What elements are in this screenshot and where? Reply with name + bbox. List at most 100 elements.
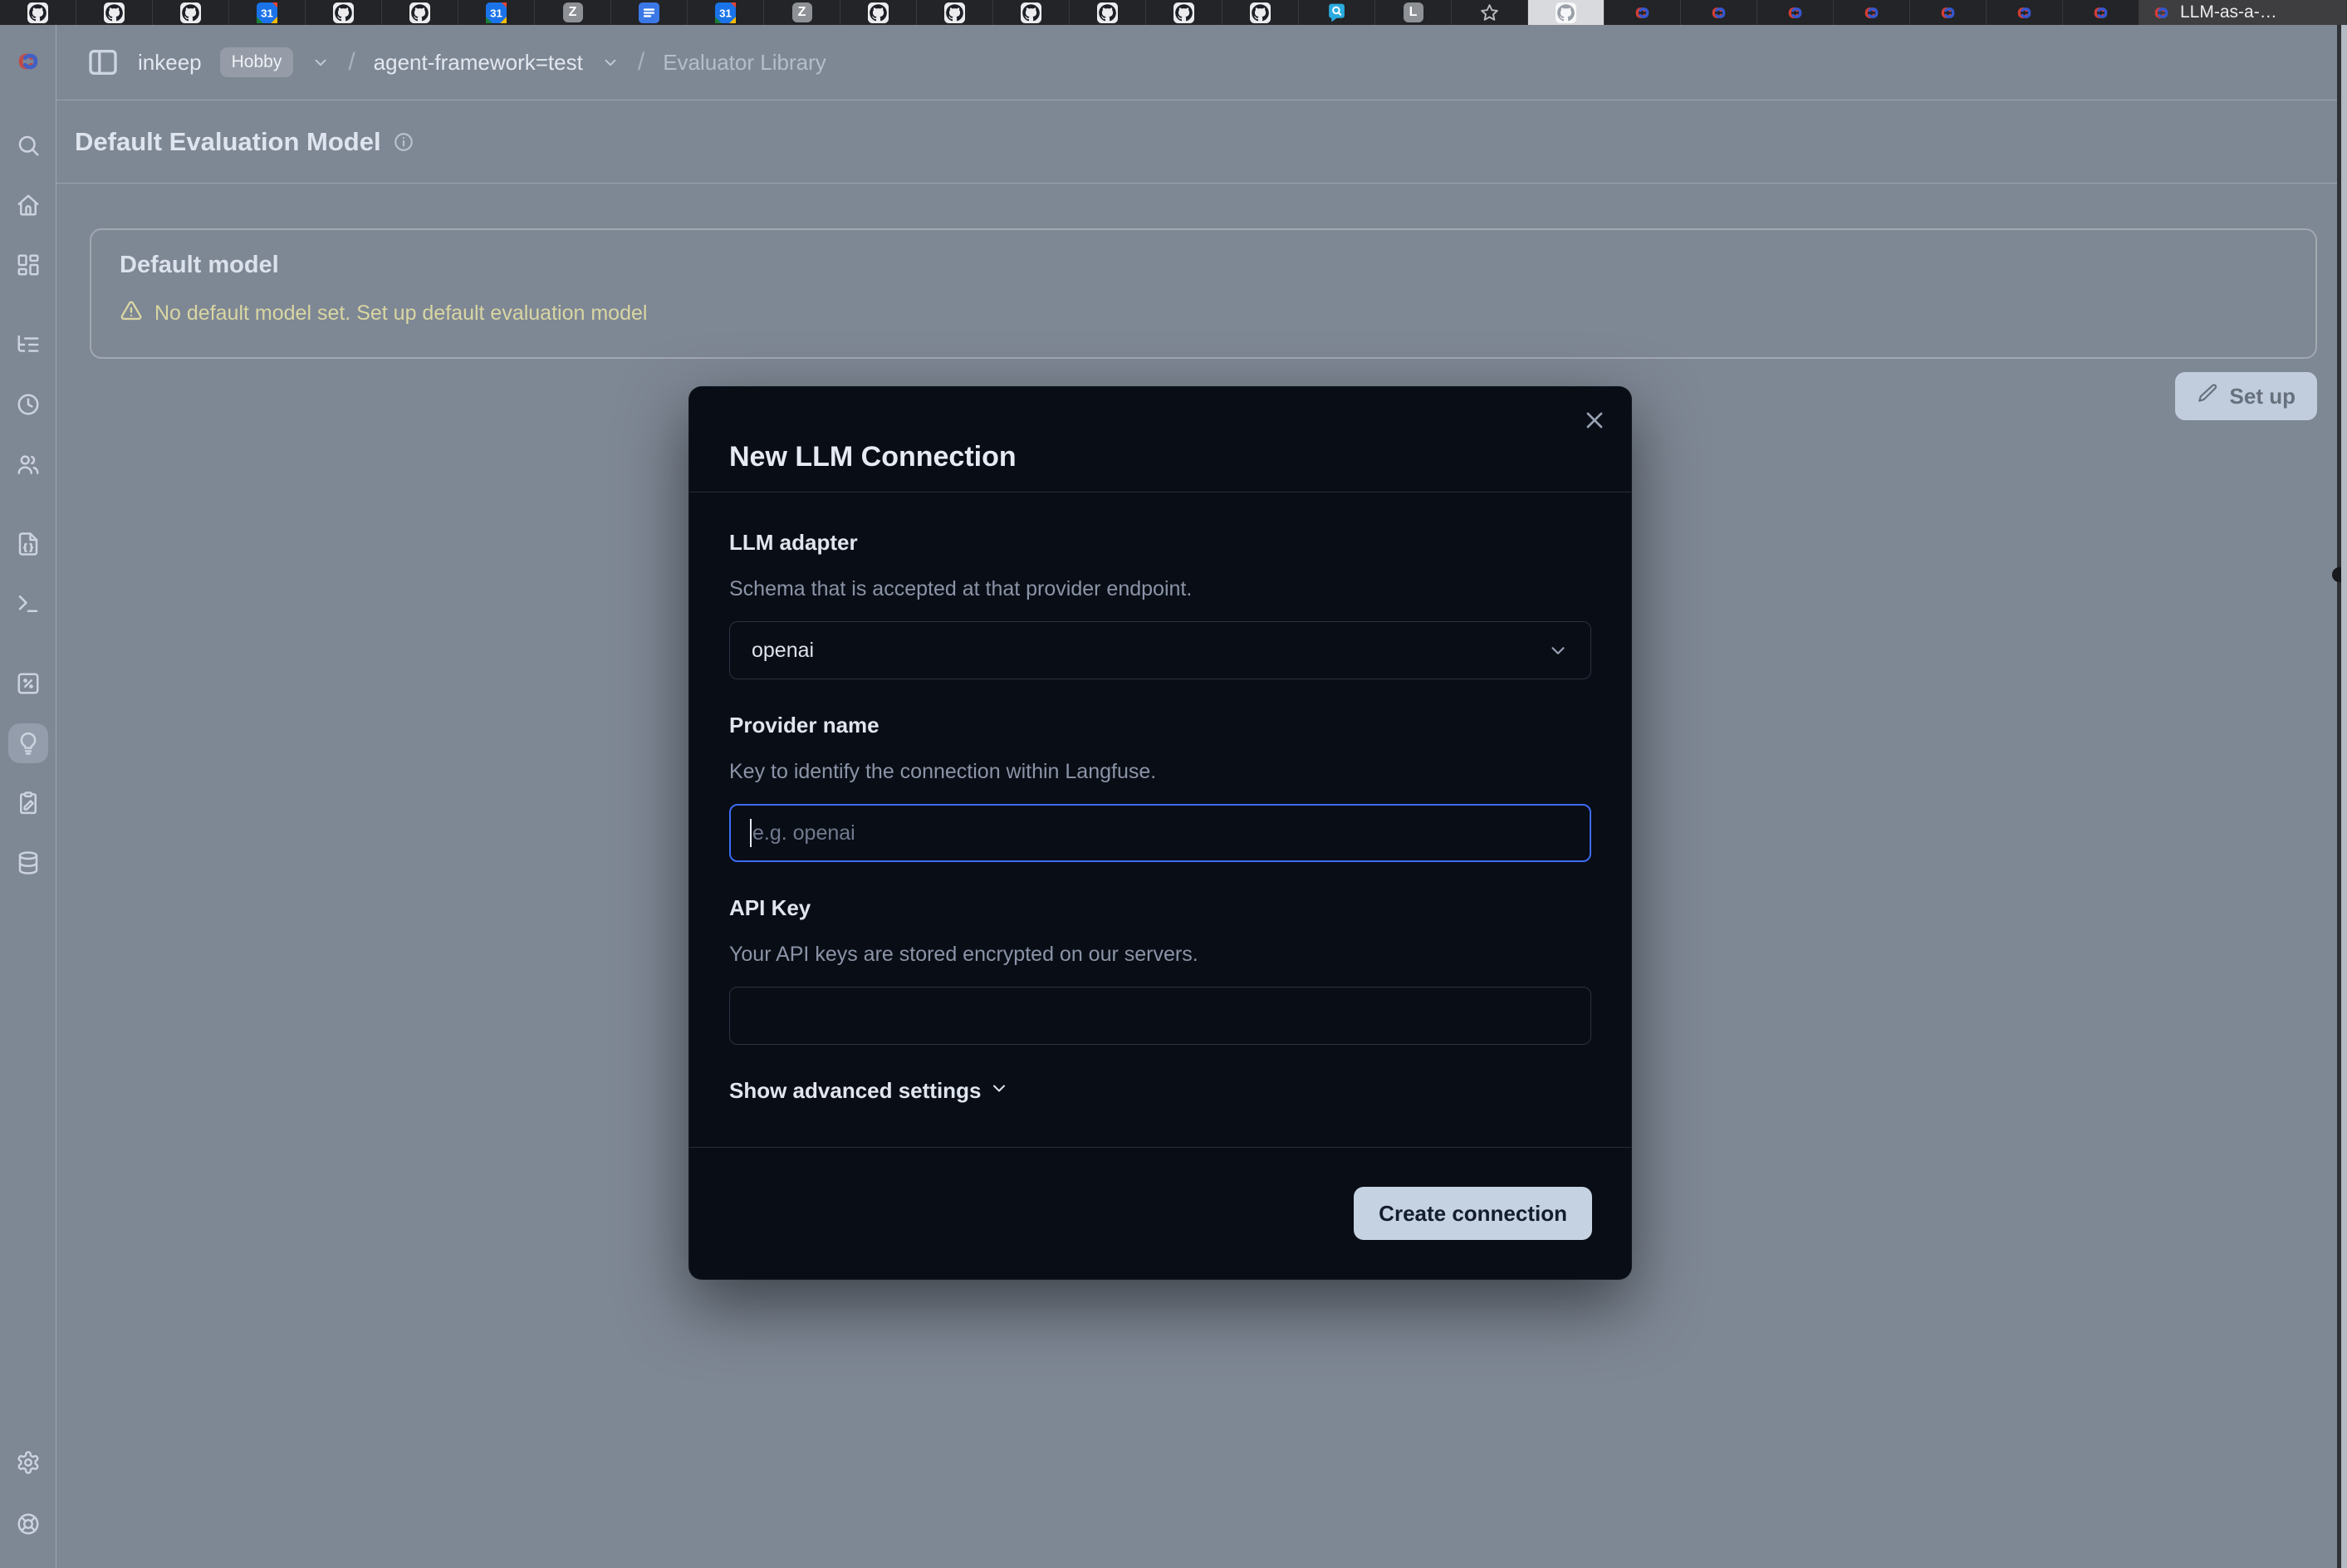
- active-tab-title: LLM-as-a-…: [2180, 2, 2277, 22]
- llm-adapter-field: LLM adapter Schema that is accepted at t…: [729, 530, 1591, 679]
- terminal-icon: [16, 591, 41, 616]
- api-key-field: API Key Your API keys are stored encrypt…: [729, 895, 1591, 1045]
- browser-tab[interactable]: [1910, 0, 1987, 25]
- langfuse-icon: [1632, 2, 1653, 23]
- browser-tab[interactable]: [1528, 0, 1605, 25]
- browser-tab[interactable]: 31: [688, 0, 764, 25]
- create-connection-button[interactable]: Create connection: [1354, 1187, 1592, 1240]
- chevron-down-icon[interactable]: [311, 53, 330, 71]
- dashboard-icon: [16, 252, 41, 277]
- langfuse-logo-icon: [13, 47, 43, 76]
- page-title-row: Default Evaluation Model: [56, 100, 2337, 184]
- chat-icon: [1326, 2, 1347, 23]
- browser-tab[interactable]: [840, 0, 917, 25]
- browser-tab[interactable]: [1681, 0, 1757, 25]
- breadcrumb: inkeep Hobby / agent-framework=test / Ev…: [56, 25, 2337, 100]
- linear-icon: L: [1404, 2, 1423, 22]
- provider-name-field: Provider name Key to identify the connec…: [729, 713, 1591, 862]
- browser-tab[interactable]: [917, 0, 993, 25]
- langfuse-icon: [1938, 2, 1958, 23]
- database-icon: [16, 850, 41, 875]
- info-icon[interactable]: [393, 131, 414, 153]
- browser-tab[interactable]: [1146, 0, 1222, 25]
- set-up-button[interactable]: Set up: [2175, 372, 2317, 420]
- sidebar-item-home[interactable]: [8, 185, 48, 225]
- sidebar-item-file-json[interactable]: [8, 524, 48, 564]
- browser-tab[interactable]: [1605, 0, 1681, 25]
- scrollbar-gutter[interactable]: [2337, 25, 2347, 1568]
- panel-left-toggle-icon[interactable]: [86, 46, 120, 79]
- card-heading: Default model: [120, 252, 2287, 279]
- file-json-icon: [16, 532, 41, 556]
- github-icon: [27, 2, 48, 23]
- sidebar-item-terminal[interactable]: [8, 584, 48, 624]
- browser-tab[interactable]: L: [1375, 0, 1452, 25]
- llm-adapter-select[interactable]: openai: [729, 621, 1591, 679]
- browser-tab[interactable]: [1222, 0, 1299, 25]
- close-icon[interactable]: [1581, 407, 1608, 434]
- breadcrumb-separator: /: [348, 48, 355, 76]
- dialog-footer: Create connection: [689, 1147, 1631, 1279]
- sidebar-item-dashboard[interactable]: [8, 245, 48, 285]
- show-advanced-settings-toggle[interactable]: Show advanced settings: [729, 1078, 1009, 1104]
- breadcrumb-page: Evaluator Library: [663, 50, 826, 76]
- browser-tab[interactable]: [306, 0, 382, 25]
- browser-tab[interactable]: [1987, 0, 2063, 25]
- browser-tab[interactable]: [2063, 0, 2139, 25]
- browser-tab[interactable]: 31: [229, 0, 306, 25]
- sidebar-item-clipboard-pen[interactable]: [8, 783, 48, 823]
- text-caret: [750, 819, 752, 847]
- breadcrumb-project[interactable]: agent-framework=test: [374, 50, 583, 76]
- chevron-down-icon: [1547, 639, 1569, 661]
- browser-tab[interactable]: Z: [764, 0, 840, 25]
- sidebar-item-database[interactable]: [8, 843, 48, 883]
- browser-tab[interactable]: [611, 0, 688, 25]
- life-buoy-icon: [16, 1512, 41, 1536]
- github-icon: [1250, 2, 1271, 23]
- github-icon: [409, 2, 430, 23]
- clock-icon: [16, 392, 41, 417]
- pencil-icon: [2197, 383, 2218, 410]
- llm-adapter-label: LLM adapter: [729, 530, 1591, 556]
- browser-tab[interactable]: [1834, 0, 1910, 25]
- sidebar-item-gear[interactable]: [8, 1443, 48, 1482]
- page-title: Default Evaluation Model: [75, 127, 381, 157]
- browser-tab[interactable]: [1452, 0, 1528, 25]
- browser-tab[interactable]: [1070, 0, 1146, 25]
- browser-tab[interactable]: [0, 0, 76, 25]
- chevron-down-icon[interactable]: [601, 53, 620, 71]
- github-icon: [868, 2, 889, 23]
- langfuse-icon: [2090, 2, 2111, 23]
- sidebar-item-clock[interactable]: [8, 385, 48, 424]
- browser-tab[interactable]: [76, 0, 153, 25]
- page-content: Default model No default model set. Set …: [56, 184, 2337, 420]
- set-up-label: Set up: [2230, 384, 2296, 409]
- home-icon: [16, 193, 41, 218]
- provider-name-input[interactable]: [729, 804, 1591, 862]
- sidebar-item-list-tree[interactable]: [8, 325, 48, 365]
- lightbulb-icon: [16, 731, 41, 756]
- sidebar-item-users[interactable]: [8, 444, 48, 484]
- browser-tab[interactable]: Z: [535, 0, 611, 25]
- dialog-header: New LLM Connection: [689, 387, 1631, 492]
- browser-tab[interactable]: [1757, 0, 1834, 25]
- warning-text: No default model set. Set up default eva…: [154, 301, 647, 326]
- github-icon: [944, 2, 965, 23]
- browser-tab-active[interactable]: LLM-as-a-…: [2139, 0, 2347, 25]
- browser-tab[interactable]: 31: [458, 0, 535, 25]
- sidebar-item-percent-square[interactable]: [8, 664, 48, 703]
- provider-name-label: Provider name: [729, 713, 1591, 738]
- sidebar-item-lightbulb[interactable]: [8, 723, 48, 763]
- breadcrumb-org[interactable]: inkeep: [138, 50, 202, 76]
- sidebar-item-search[interactable]: [8, 125, 48, 165]
- github-icon: [1097, 2, 1118, 23]
- api-key-input[interactable]: [729, 987, 1591, 1045]
- advanced-settings-label: Show advanced settings: [729, 1078, 981, 1104]
- sidebar-item-life-buoy[interactable]: [8, 1504, 48, 1544]
- browser-tab[interactable]: [153, 0, 229, 25]
- browser-tab[interactable]: [382, 0, 458, 25]
- browser-tab[interactable]: [1299, 0, 1375, 25]
- langfuse-icon: [1785, 2, 1806, 23]
- browser-tab[interactable]: [993, 0, 1070, 25]
- provider-name-description: Key to identify the connection within La…: [729, 760, 1591, 784]
